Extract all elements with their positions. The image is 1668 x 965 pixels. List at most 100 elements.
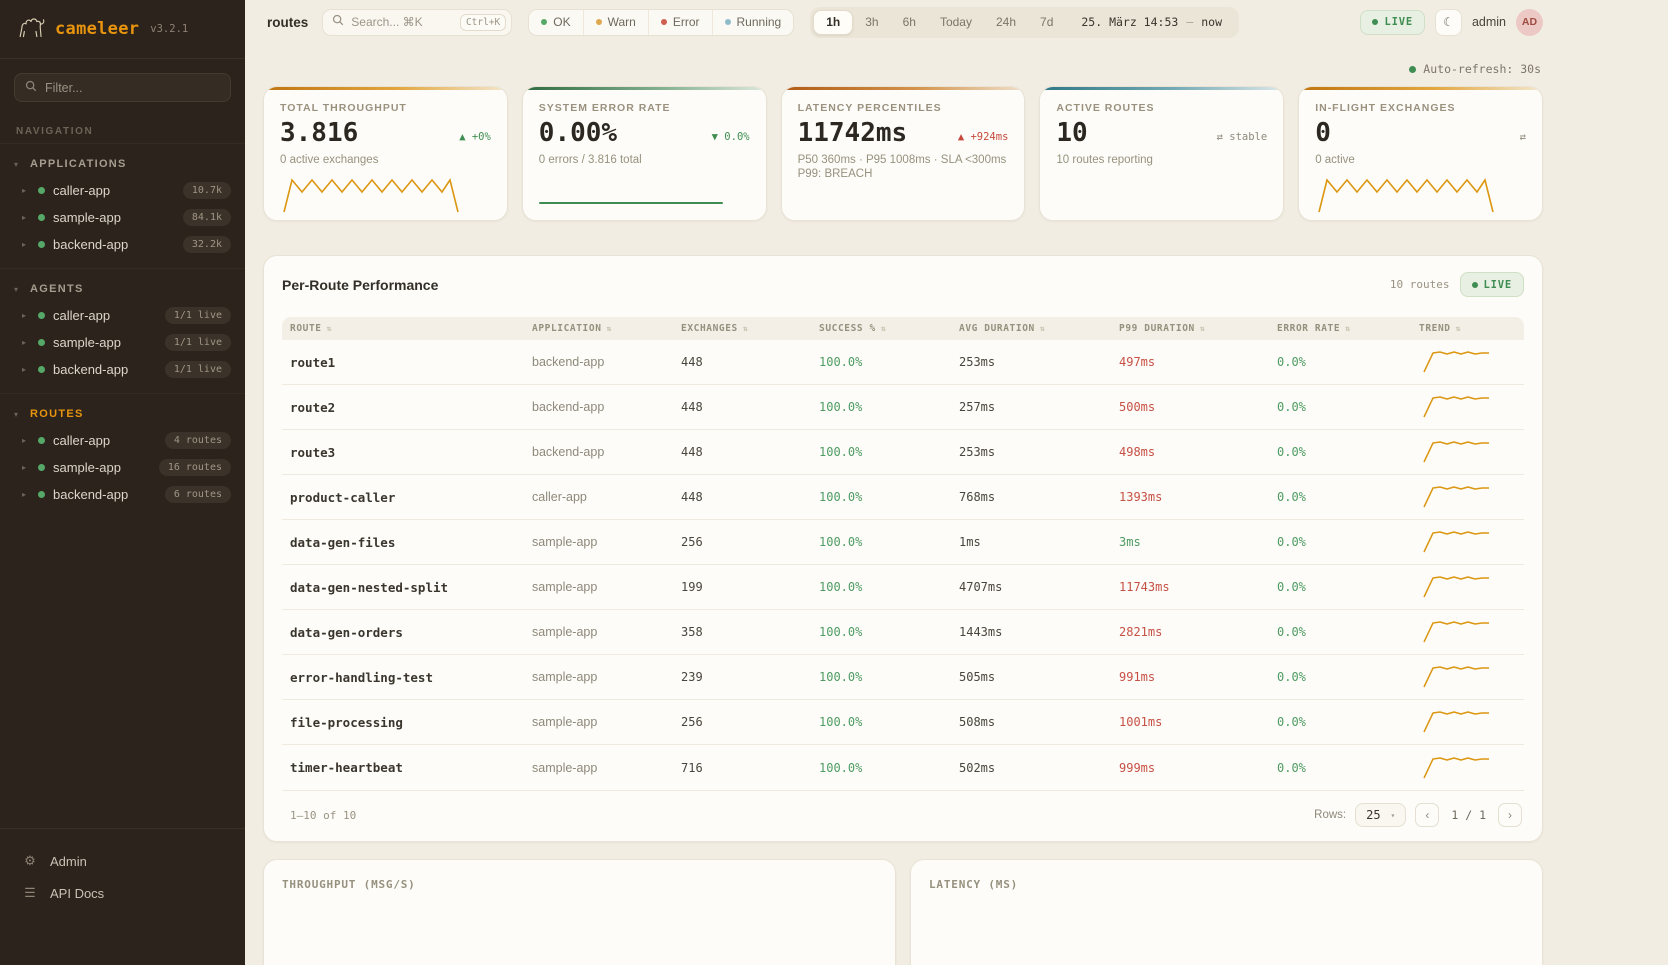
- column-header-trend[interactable]: TREND⇅: [1411, 323, 1524, 334]
- table-row[interactable]: file-processing sample-app 256 100.0% 50…: [282, 700, 1524, 745]
- status-dot: [38, 214, 45, 221]
- sidebar-item-agents-sample-app[interactable]: ▸ sample-app 1/1 live: [0, 329, 245, 356]
- time-range-3h[interactable]: 3h: [853, 10, 890, 35]
- column-header-error-rate[interactable]: ERROR RATE⇅: [1269, 323, 1411, 334]
- gear-icon: ⚙: [22, 853, 38, 869]
- throughput-sparkline: [280, 170, 490, 214]
- table-row[interactable]: data-gen-orders sample-app 358 100.0% 14…: [282, 610, 1524, 655]
- error-dot: [661, 19, 667, 25]
- live-dot: [1472, 282, 1478, 288]
- success-rate: 100.0%: [811, 490, 951, 504]
- rows-per-page-select[interactable]: 25 ▾: [1355, 803, 1406, 827]
- filter-chip-warn[interactable]: Warn: [583, 10, 648, 35]
- column-header-p99-duration[interactable]: P99 DURATION⇅: [1111, 323, 1269, 334]
- sidebar-item-agents-caller-app[interactable]: ▸ caller-app 1/1 live: [0, 302, 245, 329]
- section-header-agents[interactable]: ▾ AGENTS: [0, 277, 245, 302]
- table-row[interactable]: route2 backend-app 448 100.0% 257ms 500m…: [282, 385, 1524, 430]
- time-range-today[interactable]: Today: [928, 10, 984, 35]
- column-header-avg-duration[interactable]: AVG DURATION⇅: [951, 323, 1111, 334]
- table-row[interactable]: data-gen-files sample-app 256 100.0% 1ms…: [282, 520, 1524, 565]
- live-badge[interactable]: LIVE: [1360, 10, 1425, 35]
- sort-icon: ⇅: [743, 324, 748, 333]
- filter-chip-ok[interactable]: OK: [529, 10, 582, 35]
- sidebar-item-api-docs[interactable]: ☰ API Docs: [18, 877, 227, 909]
- kpi-total-throughput: TOTAL THROUGHPUT 3.816 ▲ +0% 0 active ex…: [263, 86, 508, 221]
- time-range-6h[interactable]: 6h: [891, 10, 928, 35]
- table-row[interactable]: route3 backend-app 448 100.0% 253ms 498m…: [282, 430, 1524, 475]
- p99-duration: 2821ms: [1111, 625, 1269, 639]
- camel-logo-icon: [16, 13, 46, 45]
- trend-sparkline: [1411, 438, 1524, 466]
- avatar[interactable]: AD: [1516, 9, 1543, 36]
- filter-chip-running[interactable]: Running: [712, 10, 794, 35]
- sidebar-item-agents-backend-app[interactable]: ▸ backend-app 1/1 live: [0, 356, 245, 383]
- kpi-latency-percentiles: LATENCY PERCENTILES 11742ms ▲ +924ms P50…: [781, 86, 1026, 221]
- sidebar-item-applications-caller-app[interactable]: ▸ caller-app 10.7k: [0, 177, 245, 204]
- table-body: route1 backend-app 448 100.0% 253ms 497m…: [282, 340, 1524, 790]
- filter-chip-error[interactable]: Error: [648, 10, 712, 35]
- kpi-delta: ⇄ stable: [1217, 131, 1268, 147]
- caret-right-icon: ▸: [22, 186, 30, 195]
- table-row[interactable]: error-handling-test sample-app 239 100.0…: [282, 655, 1524, 700]
- section-applications: ▾ APPLICATIONS ▸ caller-app 10.7k ▸ samp…: [0, 143, 245, 268]
- next-page-button[interactable]: ›: [1498, 803, 1522, 827]
- sidebar-item-admin[interactable]: ⚙ Admin: [18, 845, 227, 877]
- table-row[interactable]: timer-heartbeat sample-app 716 100.0% 50…: [282, 745, 1524, 790]
- exchanges-value: 448: [673, 490, 811, 504]
- section-header-routes[interactable]: ▾ ROUTES: [0, 402, 245, 427]
- sidebar-item-routes-caller-app[interactable]: ▸ caller-app 4 routes: [0, 427, 245, 454]
- kpi-inflight-exchanges: IN-FLIGHT EXCHANGES 0 ⇄ 0 active: [1298, 86, 1543, 221]
- page-indicator: 1 / 1: [1448, 808, 1489, 822]
- kpi-subtext: 0 active: [1315, 154, 1526, 166]
- accent-bar: [523, 87, 766, 90]
- refresh-dot: [1409, 66, 1416, 73]
- avg-duration: 508ms: [951, 715, 1111, 729]
- table-row[interactable]: data-gen-nested-split sample-app 199 100…: [282, 565, 1524, 610]
- time-range-7d[interactable]: 7d: [1028, 10, 1065, 35]
- section-header-applications[interactable]: ▾ APPLICATIONS: [0, 152, 245, 177]
- time-range-1h[interactable]: 1h: [813, 10, 853, 35]
- search-box[interactable]: Ctrl+K: [322, 9, 512, 36]
- column-header-route[interactable]: ROUTE⇅: [282, 323, 524, 334]
- time-range-24h[interactable]: 24h: [984, 10, 1028, 35]
- sidebar-filter-input[interactable]: [45, 81, 220, 95]
- route-name: data-gen-files: [282, 535, 524, 550]
- date-range-display[interactable]: 25. März 14:53 — now: [1065, 15, 1236, 29]
- route-name: error-handling-test: [282, 670, 524, 685]
- trend-sparkline: [1411, 573, 1524, 601]
- table-live-badge: LIVE: [1460, 272, 1525, 297]
- application-name: sample-app: [524, 580, 673, 594]
- kpi-system-error-rate: SYSTEM ERROR RATE 0.00% ▼ 0.0% 0 errors …: [522, 86, 767, 221]
- prev-page-button[interactable]: ‹: [1415, 803, 1439, 827]
- sidebar-item-applications-sample-app[interactable]: ▸ sample-app 84.1k: [0, 204, 245, 231]
- exchanges-value: 239: [673, 670, 811, 684]
- auto-refresh-indicator: Auto-refresh: 30s: [263, 44, 1543, 86]
- sidebar-item-routes-sample-app[interactable]: ▸ sample-app 16 routes: [0, 454, 245, 481]
- error-rate: 0.0%: [1269, 715, 1411, 729]
- moon-icon: ☾: [1443, 15, 1454, 29]
- sidebar-item-applications-backend-app[interactable]: ▸ backend-app 32.2k: [0, 231, 245, 258]
- caret-right-icon: ▸: [22, 490, 30, 499]
- accent-bar: [1040, 87, 1283, 90]
- table-row[interactable]: route1 backend-app 448 100.0% 253ms 497m…: [282, 340, 1524, 385]
- search-input[interactable]: [351, 15, 453, 29]
- column-header-application[interactable]: APPLICATION⇅: [524, 323, 673, 334]
- p99-duration: 500ms: [1111, 400, 1269, 414]
- exchanges-value: 256: [673, 535, 811, 549]
- sort-icon: ⇅: [1345, 324, 1350, 333]
- kpi-value: 3.816: [280, 120, 358, 147]
- trend-sparkline: [1411, 348, 1524, 376]
- dark-mode-toggle[interactable]: ☾: [1435, 9, 1462, 36]
- running-dot: [725, 19, 731, 25]
- kpi-delta: ▲ +0%: [459, 131, 491, 147]
- ok-dot: [541, 19, 547, 25]
- table-row[interactable]: product-caller caller-app 448 100.0% 768…: [282, 475, 1524, 520]
- time-range-selector: 1h 3h 6h Today 24h 7d 25. März 14:53 — n…: [810, 7, 1239, 38]
- panel-title: Per-Route Performance: [282, 277, 438, 293]
- column-header-success[interactable]: SUCCESS %⇅: [811, 323, 951, 334]
- column-header-exchanges[interactable]: EXCHANGES⇅: [673, 323, 811, 334]
- application-name: sample-app: [524, 625, 673, 639]
- trend-sparkline: [1411, 754, 1524, 782]
- sidebar-item-routes-backend-app[interactable]: ▸ backend-app 6 routes: [0, 481, 245, 508]
- sidebar-filter[interactable]: [14, 73, 231, 102]
